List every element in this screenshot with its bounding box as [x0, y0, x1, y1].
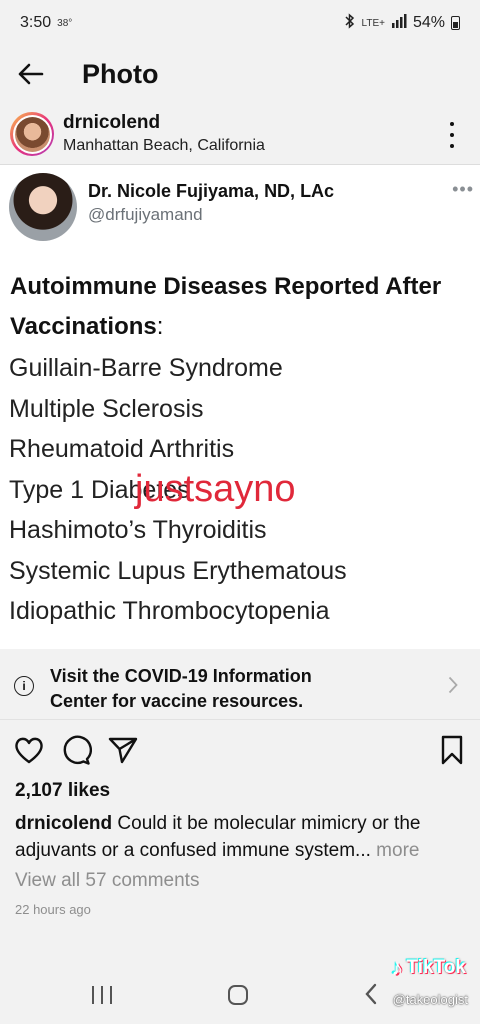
post-caption: drnicolend Could it be molecular mimicry… — [15, 810, 470, 864]
list-item: Rheumatoid Arthritis — [9, 435, 235, 463]
bluetooth-icon — [344, 12, 356, 34]
avatar-image — [14, 116, 50, 152]
tweet-avatar — [9, 173, 77, 241]
overlay-caption: justsayno — [135, 468, 296, 510]
chevron-right-icon — [448, 676, 458, 699]
back-arrow-icon[interactable] — [0, 46, 60, 102]
status-time: 3:50 — [20, 14, 52, 31]
system-nav-bar — [0, 972, 480, 1024]
action-bar — [0, 734, 480, 770]
status-temperature: 38° — [57, 17, 73, 29]
app-header: Photo — [0, 46, 480, 102]
battery-icon — [451, 16, 460, 30]
list-item: Guillain-Barre Syndrome — [9, 354, 283, 382]
list-item: Idiopathic Thrombocytopenia — [9, 597, 330, 625]
home-icon[interactable] — [228, 985, 248, 1005]
user-block: drnicolend Manhattan Beach, California — [63, 112, 265, 155]
recents-icon[interactable] — [92, 986, 112, 1004]
nav-back-icon[interactable] — [364, 982, 378, 1011]
post-header: drnicolend Manhattan Beach, California — [0, 110, 480, 164]
status-right: LTE+ 54% — [344, 12, 460, 34]
bookmark-icon[interactable] — [437, 734, 469, 766]
list-item: Multiple Sclerosis — [9, 394, 204, 423]
location[interactable]: Manhattan Beach, California — [63, 137, 265, 155]
status-left: 3:50 38° — [20, 14, 72, 32]
tweet-heading-text: Autoimmune Diseases Reported After Vacci… — [10, 273, 442, 340]
view-comments-link[interactable]: View all 57 comments — [15, 870, 199, 892]
kebab-menu-icon[interactable] — [440, 122, 464, 148]
caption-username[interactable]: drnicolend — [15, 813, 112, 834]
covid-info-banner[interactable]: i Visit the COVID-19 Information Center … — [0, 652, 480, 720]
signal-icon — [391, 13, 407, 33]
username[interactable]: drnicolend — [63, 112, 265, 134]
caption-more-link[interactable]: more — [376, 840, 419, 861]
tweet-heading: Autoimmune Diseases Reported After Vacci… — [10, 267, 470, 347]
post-timestamp: 22 hours ago — [15, 902, 91, 917]
post-photo[interactable]: Dr. Nicole Fujiyama, ND, LAc @drfujiyama… — [0, 164, 480, 649]
list-item: Systemic Lupus Erythematous — [9, 556, 347, 585]
tweet-heading-colon: : — [156, 313, 164, 340]
comment-icon[interactable] — [60, 734, 92, 766]
page-title: Photo — [82, 58, 159, 89]
list-item: Hashimoto’s Thyroiditis — [9, 516, 267, 544]
likes-count[interactable]: 2,107 likes — [15, 780, 110, 802]
info-icon: i — [14, 676, 34, 696]
covid-banner-text: Visit the COVID-19 Information Center fo… — [50, 664, 312, 714]
tweet-more-icon: ••• — [452, 179, 474, 199]
battery-percent: 54% — [412, 14, 445, 31]
status-bar: 3:50 38° LTE+ 54% — [0, 0, 480, 46]
avatar[interactable] — [10, 112, 54, 156]
tweet-author-handle: @drfujiyamand — [88, 205, 203, 224]
network-type: LTE+ — [361, 17, 385, 29]
covid-line-1: Visit the COVID-19 Information — [50, 666, 312, 686]
covid-line-2: Center for vaccine resources. — [50, 691, 304, 711]
share-icon[interactable] — [107, 734, 139, 766]
heart-icon[interactable] — [13, 734, 45, 766]
tweet-author-name: Dr. Nicole Fujiyama, ND, LAc — [88, 181, 335, 201]
